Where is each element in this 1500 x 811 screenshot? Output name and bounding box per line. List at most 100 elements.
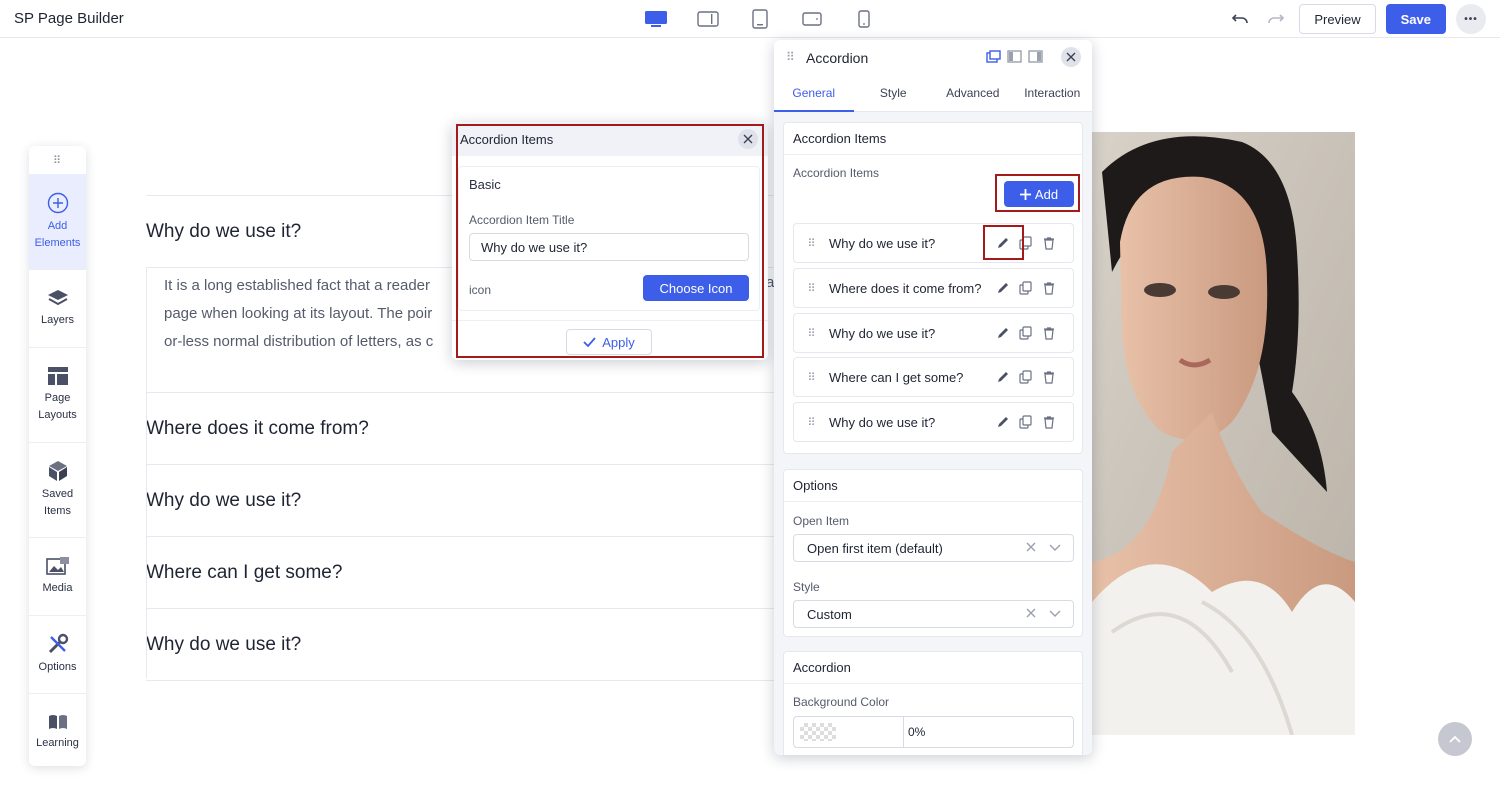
mobile-view-button[interactable] — [838, 6, 890, 32]
trash-icon[interactable] — [1042, 281, 1056, 295]
dock-left-icon[interactable] — [1007, 50, 1022, 63]
edit-icon[interactable] — [996, 415, 1010, 429]
row-actions — [996, 236, 1056, 250]
duplicate-icon[interactable] — [1019, 281, 1033, 295]
redo-icon — [1268, 14, 1285, 24]
portrait-image[interactable] — [1092, 132, 1355, 735]
layout-icon — [47, 367, 68, 385]
tab-advanced[interactable]: Advanced — [933, 74, 1013, 111]
trash-icon[interactable] — [1042, 236, 1056, 250]
sidebar-item-saved-items[interactable]: Saved Items — [29, 442, 86, 537]
drag-handle-icon[interactable]: ⠿ — [794, 416, 829, 429]
plus-icon — [1019, 188, 1031, 200]
sidebar-item-add-elements[interactable]: Add Elements — [29, 174, 86, 269]
desktop-view-button[interactable] — [630, 6, 682, 32]
style-select[interactable]: Custom — [793, 600, 1074, 628]
duplicate-icon[interactable] — [1019, 326, 1033, 340]
tablet-landscape-view-button[interactable] — [682, 6, 734, 32]
tab-interaction[interactable]: Interaction — [1013, 74, 1093, 111]
tab-general[interactable]: General — [774, 74, 854, 112]
more-options-button[interactable]: ••• — [1456, 4, 1486, 34]
trash-icon[interactable] — [1042, 415, 1056, 429]
row-actions — [996, 281, 1056, 295]
edit-icon[interactable] — [996, 236, 1010, 250]
card-title: Accordion — [784, 652, 1082, 684]
list-item[interactable]: ⠿ Where can I get some? — [793, 357, 1074, 397]
list-item[interactable]: ⠿ Why do we use it? — [793, 313, 1074, 353]
edit-icon[interactable] — [996, 281, 1010, 295]
background-color-field[interactable]: 0% — [793, 716, 1074, 748]
color-swatch[interactable] — [794, 717, 904, 747]
item-title: Where does it come from? — [829, 280, 982, 296]
item-title-label: Accordion Item Title — [469, 213, 575, 227]
list-item[interactable]: ⠿ Why do we use it? — [793, 223, 1074, 263]
accordion-item-title[interactable]: Why do we use it? — [146, 465, 776, 536]
tab-style[interactable]: Style — [854, 74, 934, 111]
sidebar-item-layers[interactable]: Layers — [29, 269, 86, 347]
panel-drag-handle[interactable]: ⠿ — [786, 50, 795, 64]
panel-close-button[interactable] — [1061, 47, 1081, 67]
tools-icon — [48, 633, 68, 654]
card-title: Options — [784, 470, 1082, 502]
undo-button[interactable] — [1227, 6, 1253, 32]
float-panel-icon[interactable] — [986, 50, 1001, 63]
book-icon — [48, 715, 67, 729]
accordion-item-title[interactable]: Where does it come from? — [146, 393, 776, 464]
drag-handle-icon[interactable]: ⠿ — [794, 327, 829, 340]
redo-button[interactable] — [1263, 6, 1289, 32]
trash-icon[interactable] — [1042, 370, 1056, 384]
device-switcher — [630, 6, 890, 32]
item-title-input[interactable]: Why do we use it? — [469, 233, 749, 261]
modal-title: Accordion Items — [460, 131, 554, 147]
add-item-button[interactable]: Add — [1004, 181, 1074, 207]
clear-icon[interactable] — [1025, 541, 1037, 553]
sidebar-drag-handle[interactable]: ⠿ — [29, 146, 86, 174]
open-item-select[interactable]: Open first item (default) — [793, 534, 1074, 562]
list-item[interactable]: ⠿ Why do we use it? — [793, 402, 1074, 442]
cube-icon — [48, 461, 67, 481]
apply-button[interactable]: Apply — [566, 329, 652, 355]
sidebar-label: Media — [42, 582, 73, 594]
preview-button[interactable]: Preview — [1299, 4, 1376, 34]
duplicate-icon[interactable] — [1019, 415, 1033, 429]
accordion-item[interactable]: Where can I get some? — [146, 537, 776, 609]
accordion-item[interactable]: Why do we use it? — [146, 465, 776, 537]
sidebar-item-options[interactable]: Options — [29, 615, 86, 693]
opacity-value[interactable]: 0% — [904, 725, 925, 739]
trash-icon[interactable] — [1042, 326, 1056, 340]
drag-handle-icon[interactable]: ⠿ — [794, 371, 829, 384]
accordion-item[interactable]: Why do we use it? — [146, 609, 776, 681]
clear-icon[interactable] — [1025, 607, 1037, 619]
edit-icon[interactable] — [996, 370, 1010, 384]
mobile-landscape-view-button[interactable] — [786, 6, 838, 32]
duplicate-icon[interactable] — [1019, 236, 1033, 250]
drag-handle-icon[interactable]: ⠿ — [794, 282, 829, 295]
drag-handle-icon[interactable]: ⠿ — [794, 237, 829, 250]
modal-close-button[interactable] — [738, 129, 758, 149]
edit-icon[interactable] — [996, 326, 1010, 340]
list-item[interactable]: ⠿ Where does it come from? — [793, 268, 1074, 308]
sidebar-label: Saved — [41, 488, 74, 500]
plus-circle-icon — [47, 192, 68, 213]
mobile-icon — [858, 10, 870, 28]
choose-icon-button[interactable]: Choose Icon — [643, 275, 749, 301]
accordion-left-border — [146, 267, 147, 678]
sidebar-item-page-layouts[interactable]: Page Layouts — [29, 347, 86, 442]
duplicate-icon[interactable] — [1019, 370, 1033, 384]
portrait-illustration — [1092, 132, 1355, 735]
accordion-item[interactable]: Where does it come from? — [146, 393, 776, 465]
top-bar: SP Page Builder Preview Save ••• — [0, 0, 1500, 38]
save-button[interactable]: Save — [1385, 4, 1446, 34]
sidebar-item-media[interactable]: Media — [29, 537, 86, 615]
app-title: SP Page Builder — [14, 10, 124, 27]
sidebar-item-learning[interactable]: Learning — [29, 693, 86, 766]
accordion-item-title[interactable]: Where can I get some? — [146, 537, 776, 608]
sidebar-label: Options — [38, 661, 77, 673]
options-card: Options Open Item Open first item (defau… — [783, 469, 1083, 637]
scroll-to-top-button[interactable] — [1438, 722, 1472, 756]
accordion-item-title[interactable]: Why do we use it? — [146, 609, 776, 680]
basic-section: Basic Accordion Item Title Why do we use… — [458, 166, 760, 311]
sidebar-label: Page — [44, 392, 71, 404]
tablet-view-button[interactable] — [734, 6, 786, 32]
dock-right-icon[interactable] — [1028, 50, 1043, 63]
